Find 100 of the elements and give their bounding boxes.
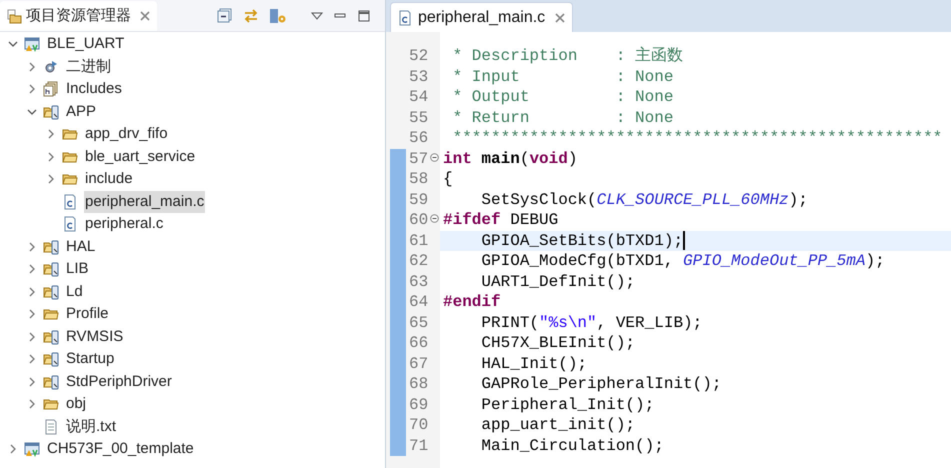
chevron-right-icon[interactable] xyxy=(27,399,37,410)
folder-icon xyxy=(6,8,22,24)
tab-title: peripheral_main.c xyxy=(418,8,546,28)
line-number: 54 xyxy=(409,87,428,108)
code-line: SetSysClock(CLK_SOURCE_PLL_60MHz); xyxy=(480,190,808,211)
chevron-right-icon[interactable] xyxy=(27,242,37,252)
code-line: * Return : None xyxy=(452,108,674,129)
source-folder-icon xyxy=(43,284,59,300)
gear-icon xyxy=(43,58,59,75)
code-line: * Output : None xyxy=(452,87,674,108)
code-line: * Input : None xyxy=(452,66,674,88)
code-line: GPIOA_SetBits(bTXD1); xyxy=(480,230,684,252)
fold-minus-icon[interactable] xyxy=(430,214,439,223)
tree-item[interactable]: obj xyxy=(65,393,88,416)
code-editor[interactable] xyxy=(386,32,951,468)
source-folder-icon xyxy=(43,261,59,278)
source-folder-icon xyxy=(43,238,59,255)
code-line: Main_Circulation(); xyxy=(480,436,664,457)
chevron-right-icon[interactable] xyxy=(8,444,18,454)
line-number: 55 xyxy=(409,108,428,129)
line-number: 58 xyxy=(409,169,428,190)
line-number: 69 xyxy=(409,394,428,416)
line-number: 62 xyxy=(409,251,428,272)
chevron-right-icon[interactable] xyxy=(27,62,37,72)
code-line: *************************************************** xyxy=(452,128,942,150)
tree-item[interactable]: RVMSIS xyxy=(65,326,124,348)
line-number: 59 xyxy=(409,190,428,211)
line-number: 56 xyxy=(409,128,428,150)
project-icon xyxy=(24,36,40,52)
line-number: 57 xyxy=(409,148,428,170)
tree-item[interactable]: LIB xyxy=(65,258,90,280)
tree-item[interactable]: ble_uart_service xyxy=(84,146,196,168)
chevron-right-icon[interactable] xyxy=(27,264,37,274)
chevron-down-icon[interactable] xyxy=(8,39,18,50)
chevron-right-icon[interactable] xyxy=(46,152,56,162)
line-number: 61 xyxy=(409,230,428,252)
tree-item[interactable]: BLE_UART xyxy=(46,33,126,56)
filter-settings-icon[interactable] xyxy=(269,8,287,24)
panel-title: 项目资源管理器 xyxy=(26,6,131,26)
explorer-tab[interactable]: 项目资源管理器 xyxy=(0,1,157,31)
code-line: { xyxy=(443,169,453,190)
fold-minus-icon[interactable] xyxy=(430,152,439,162)
tree-item[interactable]: Includes xyxy=(65,78,123,100)
chevron-right-icon[interactable] xyxy=(46,174,56,184)
chevron-down-icon[interactable] xyxy=(27,106,37,117)
source-folder-icon xyxy=(43,104,59,120)
line-number: 71 xyxy=(409,436,428,457)
line-number: 52 xyxy=(409,46,428,68)
chevron-right-icon[interactable] xyxy=(27,84,37,94)
tree-item[interactable]: Profile xyxy=(65,303,110,326)
tree-item[interactable]: include xyxy=(84,168,134,190)
tree-item[interactable]: 说明.txt xyxy=(65,416,118,438)
tree-item[interactable]: APP xyxy=(65,100,98,123)
view-menu-icon[interactable] xyxy=(311,11,323,21)
library-icon xyxy=(43,81,59,98)
line-number: 63 xyxy=(409,272,428,293)
chevron-right-icon[interactable] xyxy=(27,286,37,297)
chevron-right-icon[interactable] xyxy=(46,129,56,140)
tree-item[interactable]: HAL xyxy=(65,236,96,258)
project-icon xyxy=(24,441,40,458)
chevron-right-icon[interactable] xyxy=(27,376,37,387)
line-number: 65 xyxy=(409,312,428,334)
link-arrows-icon[interactable] xyxy=(243,8,259,24)
code-line: PRINT("%s\n", VER_LIB); xyxy=(480,312,702,334)
code-line: HAL_Init(); xyxy=(480,354,588,375)
editor-tab[interactable]: peripheral_main.c xyxy=(390,2,574,32)
tree-item[interactable]: Startup xyxy=(65,348,116,370)
chevron-right-icon[interactable] xyxy=(27,332,37,342)
code-line: app_uart_init(); xyxy=(480,415,636,436)
collapse-all-icon[interactable] xyxy=(217,8,233,24)
tree-item[interactable]: CH573F_00_template xyxy=(46,438,195,460)
line-number: 60 xyxy=(409,210,428,232)
maximize-icon[interactable] xyxy=(357,9,371,23)
code-line: GAPRole_PeripheralInit(); xyxy=(480,374,722,396)
text-file-icon xyxy=(43,418,59,435)
tree-item[interactable]: StdPeriphDriver xyxy=(65,370,173,393)
c-file-icon xyxy=(62,194,78,210)
tree-item[interactable]: peripheral_main.c xyxy=(84,190,206,213)
chevron-right-icon[interactable] xyxy=(27,354,37,364)
code-line: Peripheral_Init(); xyxy=(480,394,654,416)
close-icon[interactable] xyxy=(139,10,151,22)
code-line: UART1_DefInit(); xyxy=(480,272,636,293)
close-icon[interactable] xyxy=(554,12,566,24)
code-line: CH57X_BLEInit(); xyxy=(480,333,636,354)
line-number: 70 xyxy=(409,415,428,436)
tree-item[interactable]: peripheral.c xyxy=(84,213,164,236)
tree-item[interactable]: 二进制 xyxy=(65,56,112,78)
line-number: 67 xyxy=(409,354,428,375)
chevron-right-icon[interactable] xyxy=(27,309,37,320)
tree-item[interactable]: Ld xyxy=(65,280,84,303)
code-line: * Description : 主函数 xyxy=(452,46,684,68)
code-line: #ifdef DEBUG xyxy=(443,210,558,232)
code-line: GPIOA_ModeCfg(bTXD1, GPIO_ModeOut_PP_5mA); xyxy=(480,251,885,272)
source-folder-icon xyxy=(43,328,59,345)
tree-item[interactable]: app_drv_fifo xyxy=(84,123,169,146)
c-file-icon xyxy=(397,10,413,26)
line-number: 53 xyxy=(409,66,428,88)
source-folder-icon xyxy=(43,351,59,368)
code-line: int main(void) xyxy=(443,148,578,170)
line-number: 66 xyxy=(409,333,428,354)
